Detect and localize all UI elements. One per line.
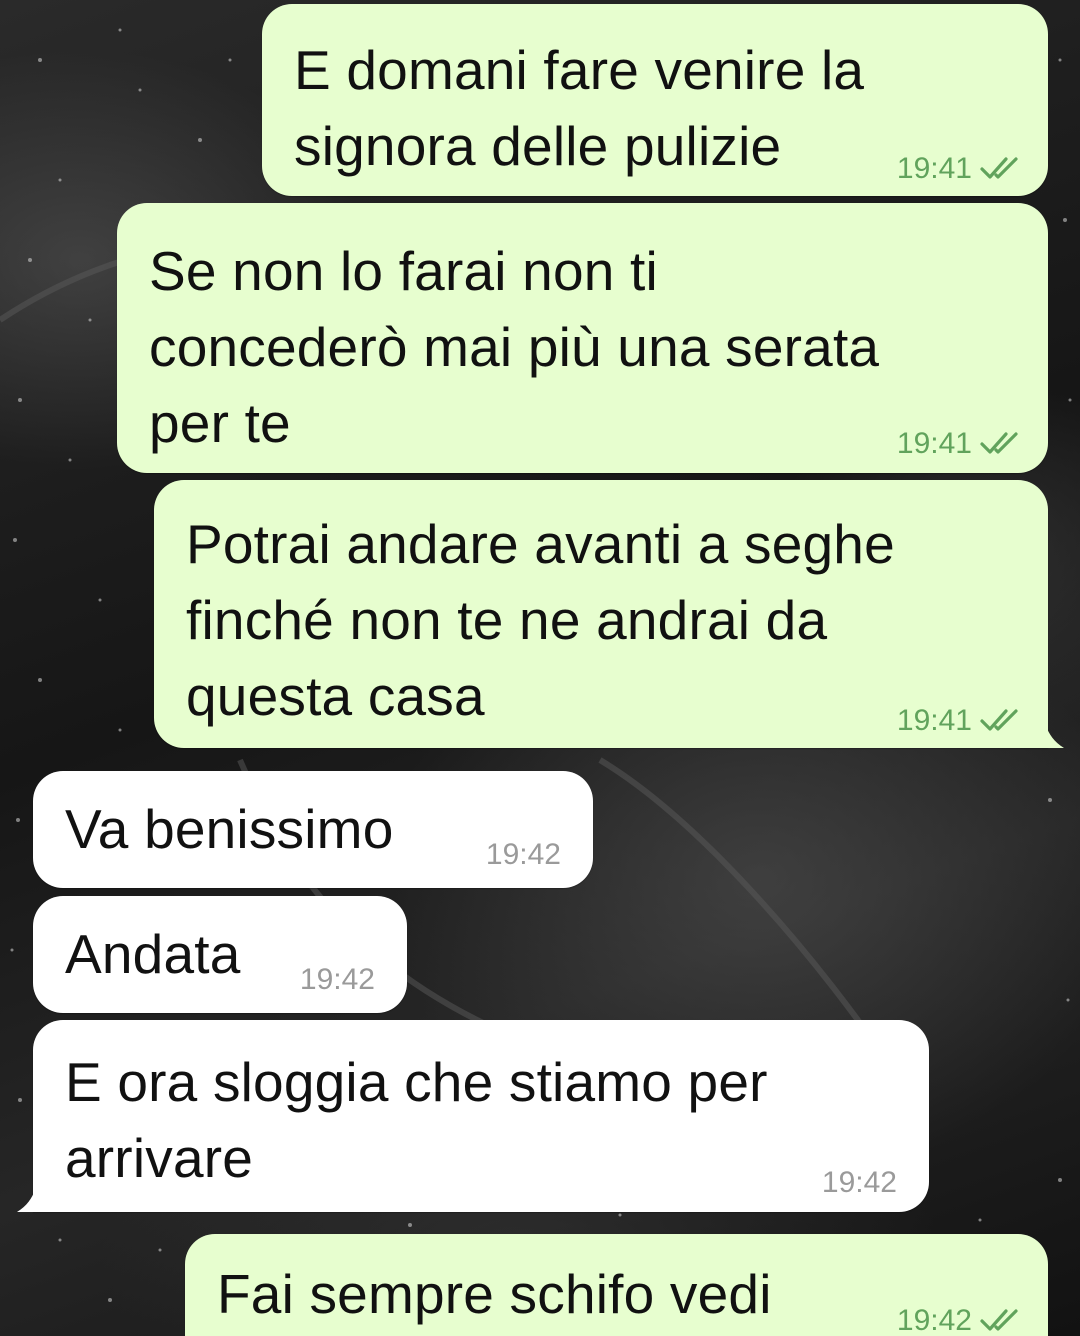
double-check-icon (980, 157, 1018, 179)
message-text-line: concederò mai più una serata (149, 316, 880, 378)
double-check-icon (980, 709, 1018, 731)
message-meta: 19:42 (486, 840, 561, 870)
bubble-tail (17, 1190, 35, 1212)
message-text-line: Fai sempre schifo vedi (217, 1263, 772, 1325)
message-text-line: E ora sloggia che stiamo per (65, 1051, 768, 1113)
incoming-message-bubble[interactable]: Andata 19:42 (33, 896, 407, 1013)
message-timestamp: 19:41 (896, 427, 972, 460)
message-text: Andata (65, 916, 241, 992)
message-text-line: signora delle pulizie (294, 115, 782, 177)
incoming-message-bubble[interactable]: Va benissimo 19:42 (33, 771, 593, 888)
outgoing-message-bubble[interactable]: Se non lo farai non ti concederò mai più … (117, 203, 1048, 473)
message-meta: 19:42 (897, 1306, 1024, 1336)
bubble-tail (1046, 726, 1064, 748)
message-timestamp: 19:42 (896, 1304, 972, 1336)
outgoing-message-bubble[interactable]: E domani fare venire la signora delle pul… (262, 4, 1048, 196)
message-text-line: Va benissimo (65, 798, 394, 860)
outgoing-message-bubble[interactable]: Fai sempre schifo vedi 19:42 (185, 1234, 1048, 1336)
message-text: Va benissimo (65, 791, 393, 867)
message-timestamp: 19:42 (821, 1166, 897, 1199)
message-meta: 19:42 (300, 965, 375, 995)
message-text-line: Se non lo farai non ti (149, 240, 658, 302)
message-meta: 19:41 (897, 429, 1024, 459)
message-text-line: per te (149, 392, 291, 454)
message-text: Potrai andare avanti a seghe finché non t… (186, 506, 895, 734)
message-text: E ora sloggia che stiamo per arrivare (65, 1044, 768, 1196)
message-text-line: finché non te ne andrai da (186, 589, 828, 651)
incoming-message-bubble[interactable]: E ora sloggia che stiamo per arrivare 19:4… (17, 1020, 929, 1212)
message-timestamp: 19:41 (896, 152, 972, 185)
message-text-line: Andata (65, 923, 241, 985)
message-text: Se non lo farai non ti concederò mai più … (149, 233, 879, 461)
outgoing-message-bubble[interactable]: Potrai andare avanti a seghe finché non t… (154, 480, 1064, 748)
message-timestamp: 19:41 (896, 704, 972, 737)
message-text: E domani fare venire la signora delle pul… (294, 32, 864, 184)
message-text-line: E domani fare venire la (294, 39, 865, 101)
message-meta: 19:42 (822, 1168, 897, 1198)
message-text-line: questa casa (186, 665, 485, 727)
message-meta: 19:41 (897, 154, 1024, 184)
message-text-line: Potrai andare avanti a seghe (186, 513, 895, 575)
message-text: Fai sempre schifo vedi (217, 1256, 772, 1332)
message-timestamp: 19:42 (485, 838, 561, 871)
double-check-icon (980, 432, 1018, 454)
message-meta: 19:41 (897, 706, 1024, 736)
double-check-icon (980, 1309, 1018, 1331)
message-timestamp: 19:42 (299, 963, 375, 996)
message-text-line: arrivare (65, 1127, 254, 1189)
